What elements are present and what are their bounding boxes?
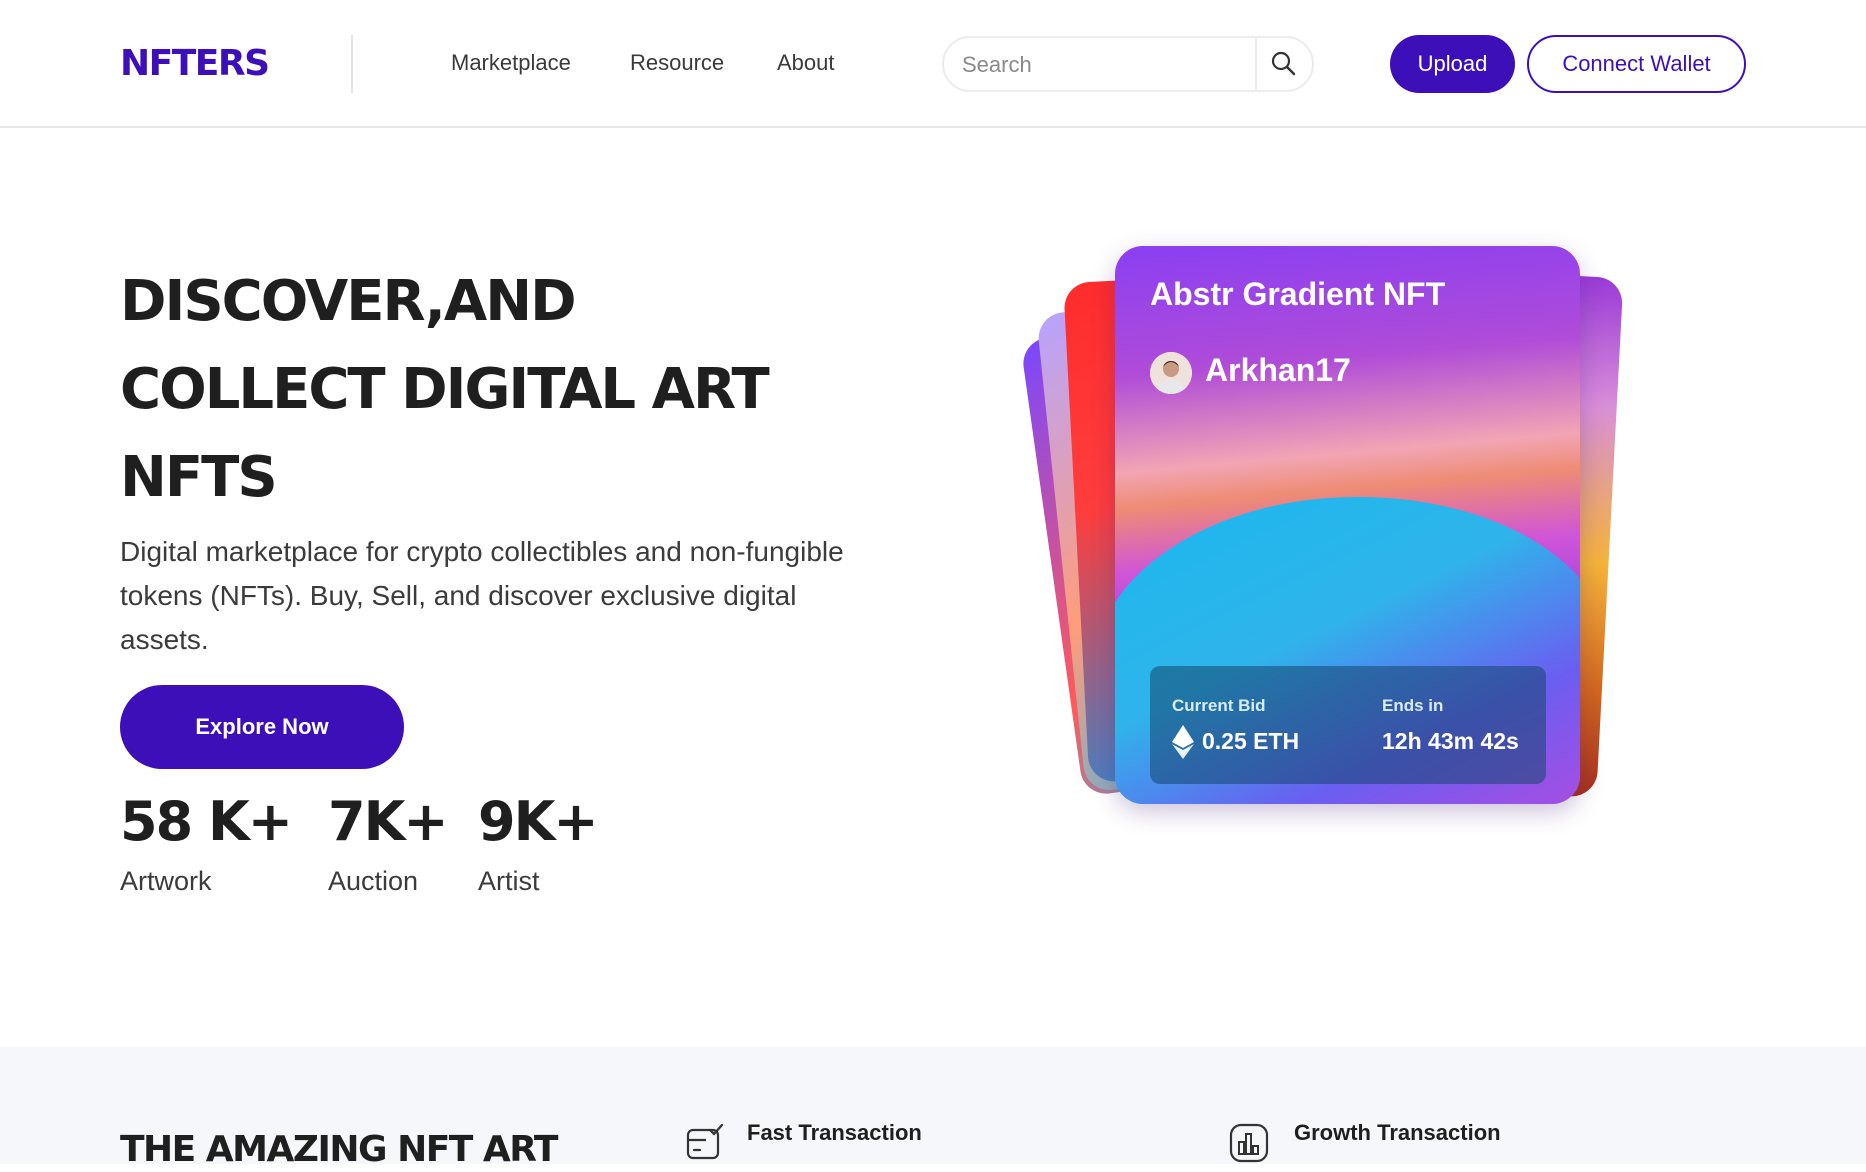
section-title: THE AMAZING NFT ART [120,1129,558,1170]
transaction-icon [684,1122,726,1164]
featured-nft-card[interactable]: Abstr Gradient NFT Arkhan17 Current Bid … [1115,246,1580,804]
nft-card-stack: Abstr Gradient NFT Arkhan17 Current Bid … [1020,240,1624,810]
hero-title-line: DISCOVER,AND [120,269,577,334]
nft-title: Abstr Gradient NFT [1150,276,1446,312]
search-bar [942,36,1314,92]
hero-title-line: NFTS [120,445,278,510]
stat-artist: 9K+ Artist [478,790,599,897]
stat-value: 7K+ [328,790,449,853]
upload-button[interactable]: Upload [1390,35,1515,93]
growth-chart-icon [1228,1122,1270,1164]
feature-title: Fast Transaction [747,1120,922,1145]
nav-link-about[interactable]: About [777,50,835,76]
ends-in-countdown: 12h 43m 42s [1382,728,1519,754]
stat-artwork: 58 K+ Artwork [120,790,293,897]
connect-wallet-button[interactable]: Connect Wallet [1527,35,1746,93]
stat-auction: 7K+ Auction [328,790,449,897]
search-button[interactable] [1269,49,1299,79]
site-header: NFTERS Marketplace Resource About Upload… [0,0,1866,128]
hero-description: Digital marketplace for crypto collectib… [120,536,844,655]
search-separator [1255,38,1257,90]
search-icon [1271,51,1296,76]
brand-logo[interactable]: NFTERS [120,43,270,84]
hero-title-line: COLLECT DIGITAL ART [120,357,770,422]
stat-label: Artwork [120,866,212,896]
nav-link-resource[interactable]: Resource [630,50,724,76]
stat-label: Auction [328,866,419,896]
avatar-icon [1150,352,1192,394]
stat-value: 9K+ [478,790,599,853]
hero-title: DISCOVER,AND COLLECT DIGITAL ART NFTS [120,258,880,522]
stat-label: Artist [478,866,540,896]
explore-now-button[interactable]: Explore Now [120,685,404,769]
bid-info-panel: Current Bid 0.25 ETH Ends in 12h 43m 42s [1150,666,1546,784]
ethereum-icon [1172,725,1194,759]
search-input[interactable] [960,48,1254,82]
avatar[interactable] [1150,352,1192,394]
current-bid-label: Current Bid [1172,696,1266,715]
nav-link-marketplace[interactable]: Marketplace [451,50,571,76]
current-bid-value: 0.25 ETH [1202,728,1300,754]
header-divider [351,35,353,93]
stat-value: 58 K+ [120,790,293,853]
ends-in-label: Ends in [1382,696,1444,715]
nft-author[interactable]: Arkhan17 [1205,352,1351,389]
feature-title: Growth Transaction [1294,1120,1501,1145]
